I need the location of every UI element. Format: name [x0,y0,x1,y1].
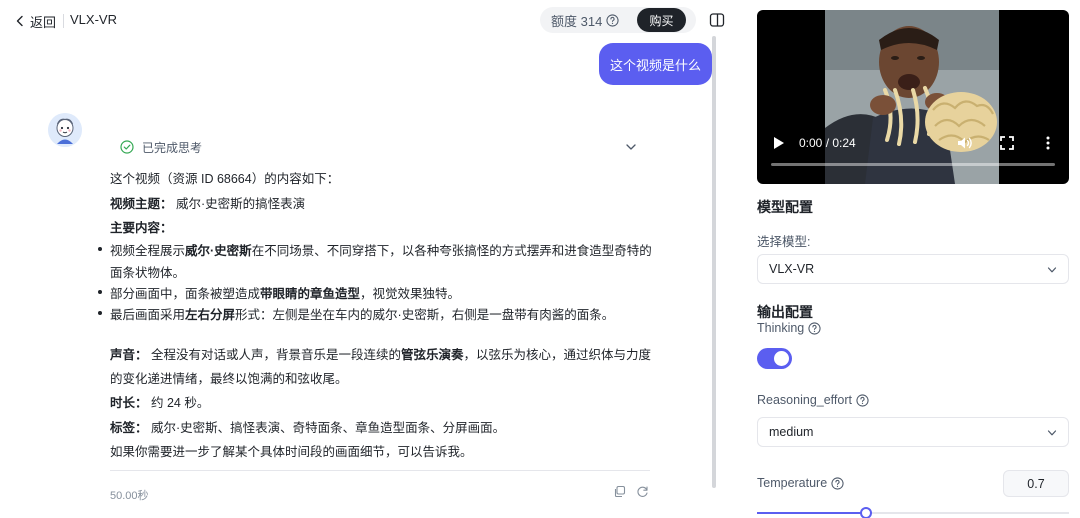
answer-tags: 标签： 威尔·史密斯、搞怪表演、奇特面条、章鱼造型面条、分屏画面。 [110,417,505,436]
main-label: 主要内容： [110,221,173,235]
help-circle-icon[interactable] [808,321,821,335]
tags-value: 威尔·史密斯、搞怪表演、奇特面条、章鱼造型面条、分屏画面。 [151,421,506,435]
bullet-1-bold: 威尔·史密斯 [185,244,252,258]
output-config-title: 输出配置 [757,304,813,320]
temperature-label: Temperature [757,476,844,490]
answer-sound-cont: 的变化递进情绪，最终以饱满的和弦收尾。 [110,372,348,386]
answer-main-label: 主要内容： [110,217,173,236]
bullet-dot [98,290,102,294]
temperature-slider[interactable] [757,507,1069,518]
bullet-dot [98,247,102,251]
bullet-2-bold: 带眼睛的章鱼造型 [260,287,361,301]
toggle-knob [774,351,789,366]
thinking-status[interactable]: 已完成思考 [120,138,202,156]
select-model-label-text: 选择模型: [757,235,811,249]
answer-duration: 时长： 约 24 秒。 [110,392,209,411]
sound-text: 全程没有对话或人声，背景音乐是一段连续的 [151,348,402,362]
thinking-label-text: Thinking [757,321,805,335]
answer-divider [110,470,650,471]
tags-label: 标签： [110,421,148,435]
temperature-slider-fill [757,512,867,514]
buy-button[interactable]: 购买 [637,8,686,32]
play-icon[interactable] [773,136,785,150]
answer-intro: 这个视频（资源 ID 68664）的内容如下： [110,172,340,186]
chat-scrollbar[interactable] [712,36,716,488]
header-divider [63,14,64,28]
bullet-dot [98,311,102,315]
chevron-left-icon [16,15,23,27]
bullet-1-text: 视频全程展示 [110,244,186,258]
check-circle-icon [120,140,134,154]
help-circle-icon[interactable] [606,13,619,27]
back-button[interactable]: 返回 [14,11,56,31]
chevron-down-icon [1047,267,1057,273]
bullet-3-bold: 左右分屏 [185,308,236,322]
select-model-label: 选择模型: [757,231,810,250]
chevron-down-icon [1047,430,1057,436]
back-label: 返回 [30,14,57,30]
sound-label: 声音： [110,348,148,362]
sidebar-toggle-icon[interactable] [709,12,725,28]
more-vertical-icon[interactable] [1045,136,1051,150]
answer-closing: 如果你需要进一步了解某个具体时间段的画面细节，可以告诉我。 [110,445,473,459]
answer-bullet-1-cont: 面条状物体。 [110,266,186,280]
bullet-2-text: 部分画面中，面条被塑造成 [110,287,261,301]
video-frame [825,10,999,184]
reasoning-effort-label-text: Reasoning_effort [757,393,852,407]
bullet-2-text-post: ，视觉效果独特。 [360,287,461,301]
answer-bullet-2: 部分画面中，面条被塑造成带眼睛的章鱼造型，视觉效果独特。 [98,283,461,302]
thinking-status-label: 已完成思考 [142,140,203,155]
refresh-icon[interactable] [636,485,649,498]
answer-bullet-3: 最后画面采用左右分屏形式：左侧是坐在车内的威尔·史密斯，右侧是一盘带有肉酱的面条… [98,304,615,323]
duration-value: 约 24 秒。 [151,396,210,410]
help-circle-icon[interactable] [856,393,869,407]
answer-bullet-1: 视频全程展示威尔·史密斯在不同场景、不同穿搭下，以各种夸张搞怪的方式摆弄和进食造… [98,240,652,259]
quota-label: 额度 314 [551,13,603,29]
answer-sound: 声音： 全程没有对话或人声，背景音乐是一段连续的管弦乐演奏，以弦乐为核心，通过织… [110,344,651,363]
thinking-toggle[interactable] [757,348,792,369]
bullet-3-text: 最后画面采用 [110,308,186,322]
theme-label: 视频主题： [110,197,173,211]
model-config-title: 模型配置 [757,199,813,215]
assistant-avatar [48,113,82,147]
video-player[interactable]: 0:00 / 0:24 [757,10,1069,184]
user-message-bubble: 这个视频是什么 [599,43,712,85]
sound-text-post: ，以弦乐为核心，通过织体与力度 [463,348,652,362]
fullscreen-icon[interactable] [1000,136,1014,150]
bullet-3-text-post: 形式：左侧是坐在车内的威尔·史密斯，右侧是一盘带有肉酱的面条。 [235,308,615,322]
answer-theme: 视频主题： 威尔·史密斯的搞怪表演 [110,193,305,212]
reasoning-effort-label: Reasoning_effort [757,393,869,407]
copy-icon[interactable] [613,485,626,498]
elapsed-time: 50.00秒 [110,490,149,502]
reasoning-effort-select[interactable]: medium [757,417,1069,447]
temperature-input[interactable]: 0.7 [1003,470,1069,497]
help-circle-icon[interactable] [831,476,844,490]
theme-value: 威尔·史密斯的搞怪表演 [176,197,306,211]
video-time: 0:00 / 0:24 [799,136,856,150]
temperature-slider-handle[interactable] [860,507,873,518]
model-select[interactable]: VLX-VR [757,254,1069,284]
quota-pill: 额度 314 购买 [540,7,696,33]
thinking-label: Thinking [757,321,821,335]
temperature-label-text: Temperature [757,476,828,490]
reasoning-effort-value: medium [769,425,814,439]
chevron-down-icon[interactable] [625,141,637,153]
model-select-value: VLX-VR [769,262,815,276]
duration-label: 时长： [110,396,148,410]
bullet-1-text-post: 在不同场景、不同穿搭下，以各种夸张搞怪的方式摆弄和进食造型奇特的 [251,244,652,258]
video-progress-bar[interactable] [771,163,1055,166]
page-title: VLX-VR [70,12,117,27]
volume-icon[interactable] [957,136,973,150]
sound-bold: 管弦乐演奏 [401,348,464,362]
